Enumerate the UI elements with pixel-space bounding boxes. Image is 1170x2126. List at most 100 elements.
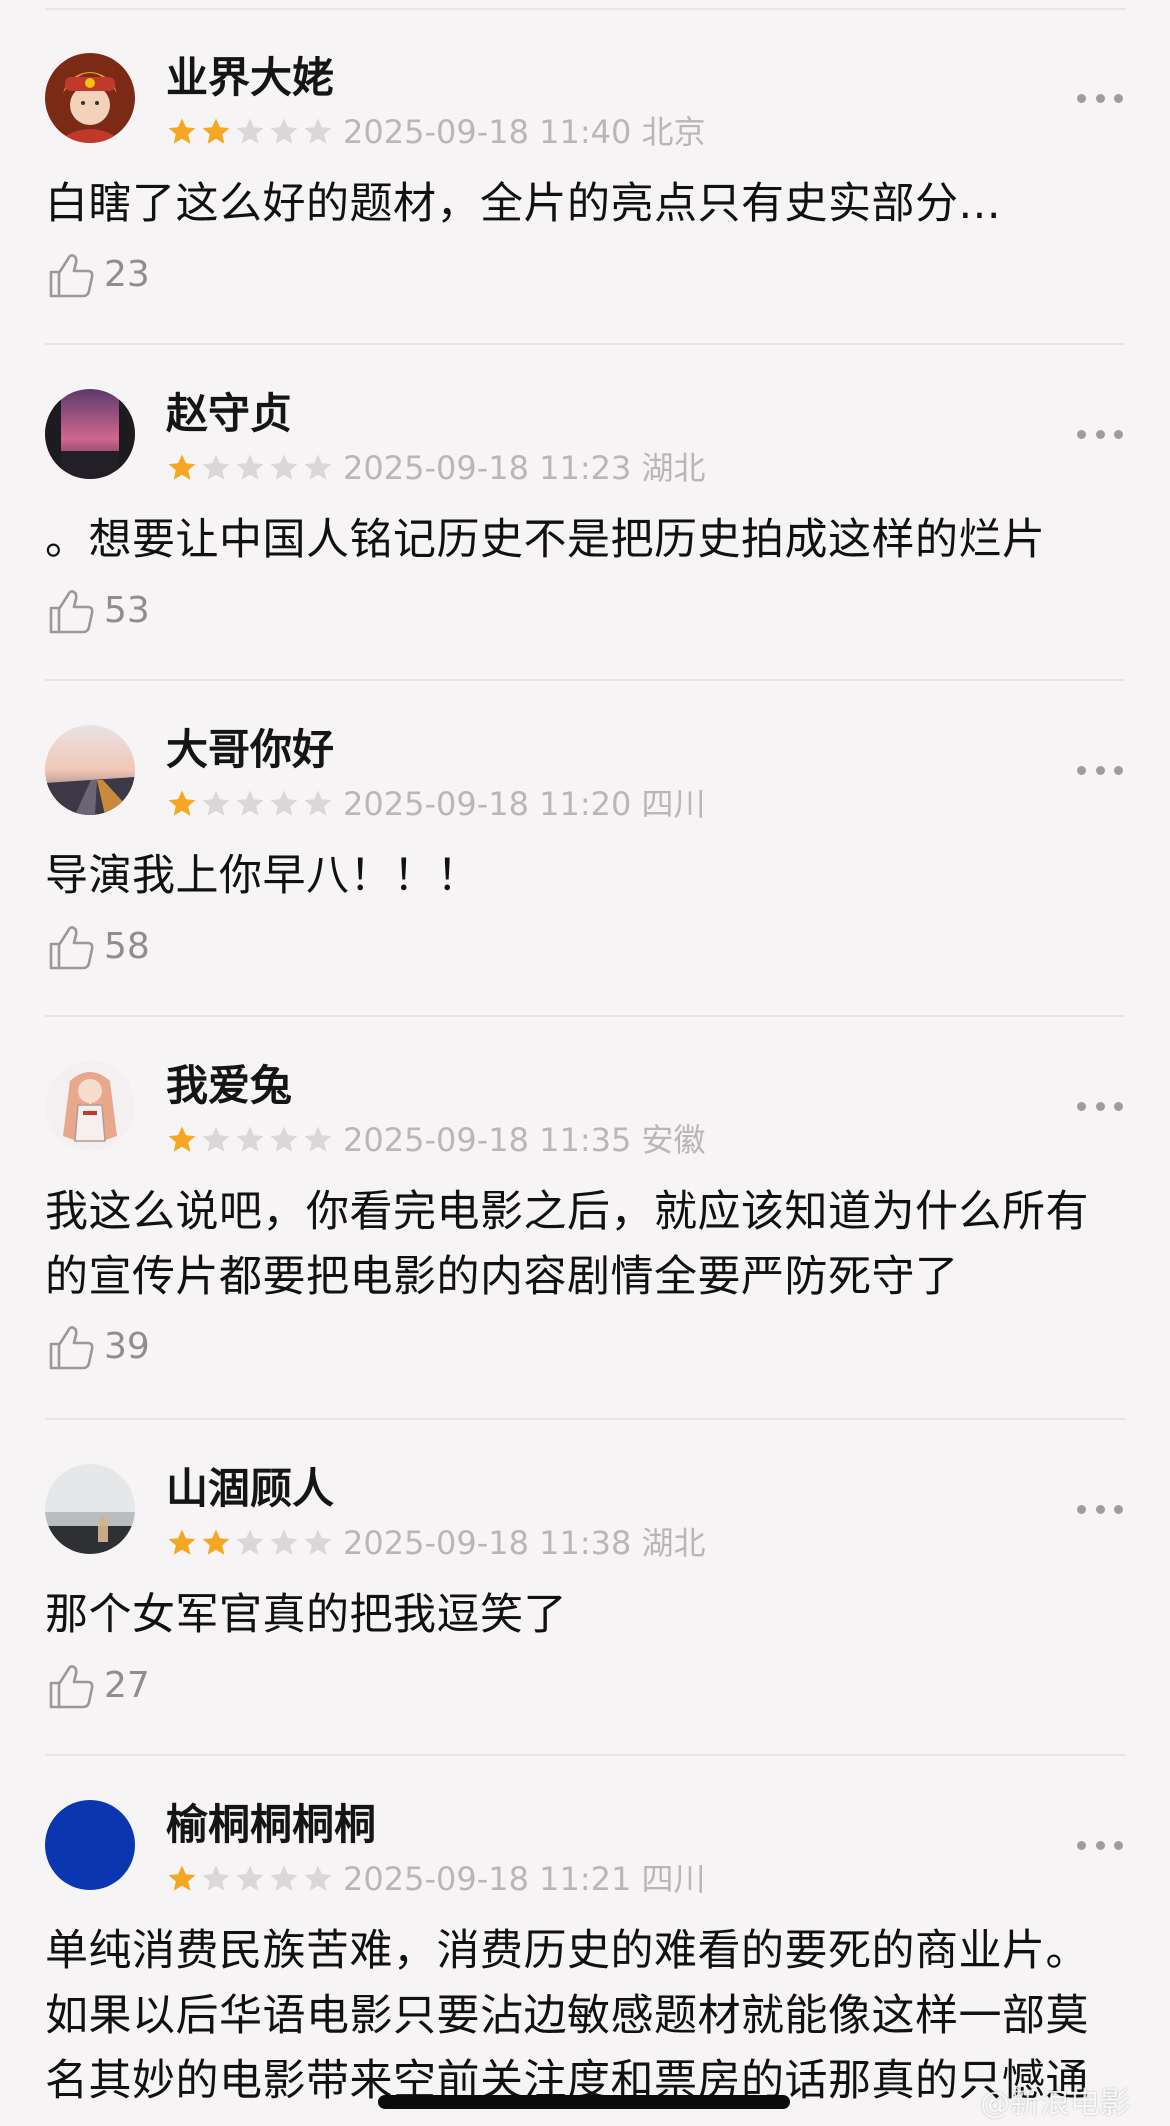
star-empty-icon [304,1126,332,1152]
more-options-button[interactable] [1077,1837,1123,1853]
thumbs-up-icon [46,586,96,636]
review-meta: 2025-09-18 11:35 安徽 [343,1120,706,1160]
review-datetime: 2025-09-18 11:20 [343,785,632,823]
star-filled-icon [168,454,196,480]
rating-stars [166,1124,334,1158]
more-options-button[interactable] [1077,426,1123,442]
more-dot-icon [1114,1840,1123,1850]
thumbs-up-glyph [49,926,94,970]
avatar[interactable] [45,725,135,815]
review-text: 导演我上你早八！！！ [45,851,480,901]
rating-stars [166,1527,334,1561]
star-empty-icon [236,790,264,816]
thumbs-up-icon [46,922,96,972]
watermark: @新浪电影 [980,2086,1130,2121]
more-options-button[interactable] [1077,90,1123,106]
review-datetime: 2025-09-18 11:38 [343,1524,632,1562]
home-indicator[interactable] [378,2095,790,2109]
username[interactable]: 大哥你好 [166,724,334,776]
blue-circle-avatar [45,1800,135,1890]
review-text: 那个女军官真的把我逗笑了 [45,1590,567,1640]
more-dot-icon [1114,1101,1123,1111]
avatar[interactable] [45,1061,135,1151]
thumbs-up-icon [46,1322,96,1372]
more-dot-icon [1095,429,1105,439]
avatar[interactable] [45,1464,135,1554]
like-button[interactable]: 23 [46,250,150,300]
review-location: 四川 [641,785,706,823]
more-dot-icon [1077,765,1086,775]
review-meta: 2025-09-18 11:20 四川 [343,784,706,824]
like-button[interactable]: 58 [46,922,150,972]
review-item: 我爱兔 2025-09-18 11:35 安徽 我这么说吧，你看完电影之后，就应… [0,1008,1170,1420]
rating-stars [166,788,334,822]
username[interactable]: 业界大姥 [166,52,334,104]
review-text: 。想要让中国人铭记历史不是把历史拍成这样的烂片 [45,515,1046,565]
review-datetime: 2025-09-18 11:35 [343,1121,632,1159]
star-empty-icon [304,454,332,480]
avatar[interactable] [45,53,135,143]
more-dot-icon [1095,765,1105,775]
review-text: 白瞎了这么好的题材，全片的亮点只有史实部分... [45,179,1002,229]
thumbs-up-glyph [49,254,94,298]
star-empty-icon [270,118,298,144]
thumbs-up-icon [46,1661,96,1711]
star-filled-icon [202,1529,230,1555]
star-empty-icon [270,1529,298,1555]
username[interactable]: 我爱兔 [166,1060,292,1112]
star-empty-icon [304,118,332,144]
more-dot-icon [1077,1840,1086,1850]
star-empty-icon [236,1126,264,1152]
thumbs-up-glyph [49,1326,94,1370]
more-dot-icon [1077,1504,1086,1514]
more-dot-icon [1114,429,1123,439]
star-empty-icon [236,1865,264,1891]
more-dot-icon [1114,1504,1123,1514]
star-empty-icon [304,1865,332,1891]
username[interactable]: 榆桐桐桐桐 [166,1799,376,1851]
review-datetime: 2025-09-18 11:40 [343,113,632,151]
road-sunset-avatar [45,725,135,815]
star-filled-icon [168,1529,196,1555]
thumbs-up-icon [46,250,96,300]
like-button[interactable]: 53 [46,586,150,636]
rating-stars [166,116,334,150]
more-options-button[interactable] [1077,1098,1123,1114]
username[interactable]: 赵守贞 [166,388,292,440]
like-button[interactable]: 27 [46,1661,150,1711]
more-dot-icon [1095,1101,1105,1111]
avatar[interactable] [45,389,135,479]
more-dot-icon [1114,93,1123,103]
review-meta: 2025-09-18 11:40 北京 [343,112,706,152]
star-empty-icon [270,1865,298,1891]
star-empty-icon [202,454,230,480]
review-location: 湖北 [641,449,706,487]
opera-costume-avatar [45,53,135,143]
more-options-button[interactable] [1077,1501,1123,1517]
like-count: 58 [104,926,150,967]
review-meta: 2025-09-18 11:21 四川 [343,1859,706,1899]
more-options-button[interactable] [1077,762,1123,778]
review-item: 榆桐桐桐桐 2025-09-18 11:21 四川 单纯消费民族苦难，消费历史的… [0,1747,1170,2126]
star-empty-icon [270,1126,298,1152]
like-count: 27 [104,1665,150,1706]
review-datetime: 2025-09-18 11:23 [343,449,632,487]
thumbs-up-glyph [49,1665,94,1709]
star-empty-icon [202,1865,230,1891]
avatar[interactable] [45,1800,135,1890]
more-dot-icon [1095,93,1105,103]
review-location: 安徽 [641,1121,706,1159]
star-empty-icon [236,118,264,144]
like-count: 53 [104,590,150,631]
review-list-page: 业界大姥 2025-09-18 11:40 北京 白瞎了这么好的题材，全片的亮点… [0,0,1170,2126]
star-empty-icon [236,454,264,480]
star-empty-icon [202,790,230,816]
like-button[interactable]: 39 [46,1322,150,1372]
review-item: 业界大姥 2025-09-18 11:40 北京 白瞎了这么好的题材，全片的亮点… [0,0,1170,345]
review-meta: 2025-09-18 11:23 湖北 [343,448,706,488]
username[interactable]: 山涸顾人 [166,1463,334,1515]
review-location: 湖北 [641,1524,706,1562]
star-empty-icon [202,1126,230,1152]
pink-sunset-window-avatar [45,389,135,479]
star-empty-icon [270,790,298,816]
